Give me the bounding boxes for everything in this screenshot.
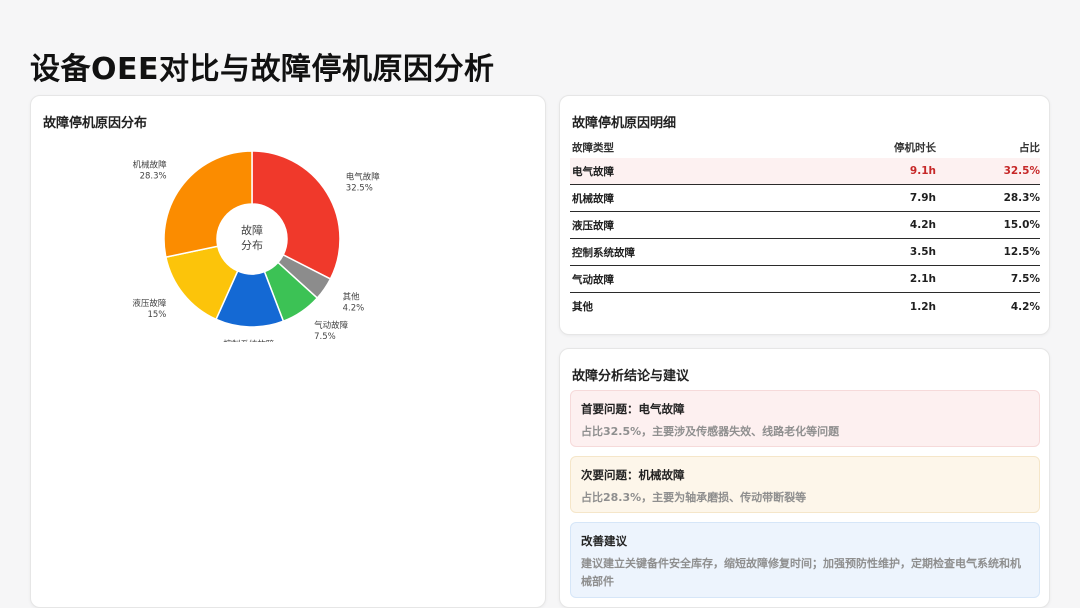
table-row: 其他 1.2h 4.2% (570, 293, 1040, 320)
conclusion-card-title: 故障分析结论与建议 (572, 369, 690, 384)
cell-hours: 3.5h (909, 246, 936, 258)
donut-center-label: 分布 (241, 239, 263, 252)
slice-category-label: 液压故障 (132, 298, 167, 309)
table-row: 控制系统故障 3.5h 12.5% (570, 239, 1040, 266)
table-card-title: 故障停机原因明细 (572, 116, 677, 131)
primary-issue-box: 首要问题：电气故障 占比32.5%，主要涉及传感器失效、线路老化等问题 (570, 390, 1040, 447)
secondary-issue-title: 次要问题：机械故障 (581, 468, 685, 482)
secondary-issue-box: 次要问题：机械故障 占比28.3%，主要为轴承磨损、传动带断裂等 (570, 456, 1040, 513)
cell-pct: 28.3% (1003, 192, 1040, 204)
cell-hours: 4.2h (909, 219, 936, 231)
slice-value-label: 32.5% (346, 184, 373, 194)
table-row: 机械故障 7.9h 28.3% (570, 185, 1040, 212)
slice-category-label: 其他 (343, 291, 361, 302)
page-title: 设备OEE对比与故障停机原因分析 (30, 52, 495, 87)
cell-hours: 7.9h (909, 192, 936, 204)
cell-pct: 15.0% (1003, 219, 1040, 231)
table-header-row: 故障类型 停机时长 占比 (570, 136, 1040, 158)
secondary-issue-text: 占比28.3%，主要为轴承磨损、传动带断裂等 (581, 491, 807, 504)
cell-hours: 9.1h (909, 165, 936, 177)
cell-hours: 1.2h (909, 300, 936, 313)
cell-type: 电气故障 (572, 165, 614, 178)
primary-issue-text: 占比32.5%，主要涉及传感器失效、线路老化等问题 (581, 425, 840, 438)
slice-category-label: 气动故障 (314, 320, 349, 331)
slice-category-label: 机械故障 (133, 160, 168, 171)
header-pct: 占比 (1019, 141, 1040, 154)
suggestion-title: 改善建议 (581, 534, 627, 548)
header-type: 故障类型 (572, 141, 614, 154)
primary-issue-title: 首要问题：电气故障 (581, 402, 685, 416)
cell-type: 其他 (572, 301, 593, 313)
pie-slice (251, 150, 341, 280)
pie-slice (163, 150, 253, 259)
cell-pct: 12.5% (1003, 246, 1040, 258)
pie-chart: 电气故障32.5%其他4.2%气动故障7.5%控制系统故障12.5%液压故障15… (132, 150, 381, 342)
cell-type: 机械故障 (572, 192, 614, 205)
cell-type: 气动故障 (572, 273, 614, 286)
cell-type: 液压故障 (572, 219, 614, 232)
table-card: 故障停机原因明细 故障类型 停机时长 占比 电气故障 9.1h 32.5% 机械… (559, 95, 1050, 335)
slice-value-label: 15% (147, 310, 166, 320)
donut-center-label: 故障 (241, 223, 263, 237)
header-hours: 停机时长 (894, 141, 936, 154)
slice-value-label: 28.3% (140, 172, 167, 182)
slice-value-label: 7.5% (314, 332, 336, 342)
slice-category-label: 电气故障 (346, 172, 381, 183)
chart-card: 故障停机原因分布 电气故障32.5%其他4.2%气动故障7.5%控制系统故障12… (30, 95, 546, 608)
cell-pct: 7.5% (1010, 273, 1040, 285)
table-row: 电气故障 9.1h 32.5% (570, 158, 1040, 185)
cell-pct: 4.2% (1010, 300, 1040, 313)
slice-value-label: 4.2% (343, 303, 365, 313)
slice-category-label: 控制系统故障 (223, 339, 275, 342)
cell-type: 控制系统故障 (572, 246, 635, 259)
downtime-table: 故障类型 停机时长 占比 电气故障 9.1h 32.5% 机械故障 7.9h 2… (570, 136, 1040, 320)
table-row: 液压故障 4.2h 15.0% (570, 212, 1040, 239)
suggestion-box: 改善建议 建议建立关键备件安全库存，缩短故障修复时间；加强预防性维护，定期检查电… (570, 522, 1040, 598)
suggestion-text: 建议建立关键备件安全库存，缩短故障修复时间；加强预防性维护，定期检查电气系统和机… (581, 557, 1021, 588)
cell-pct: 32.5% (1003, 165, 1040, 177)
conclusion-card: 故障分析结论与建议 首要问题：电气故障 占比32.5%，主要涉及传感器失效、线路… (559, 348, 1050, 608)
cell-hours: 2.1h (909, 273, 936, 285)
table-row: 气动故障 2.1h 7.5% (570, 266, 1040, 293)
